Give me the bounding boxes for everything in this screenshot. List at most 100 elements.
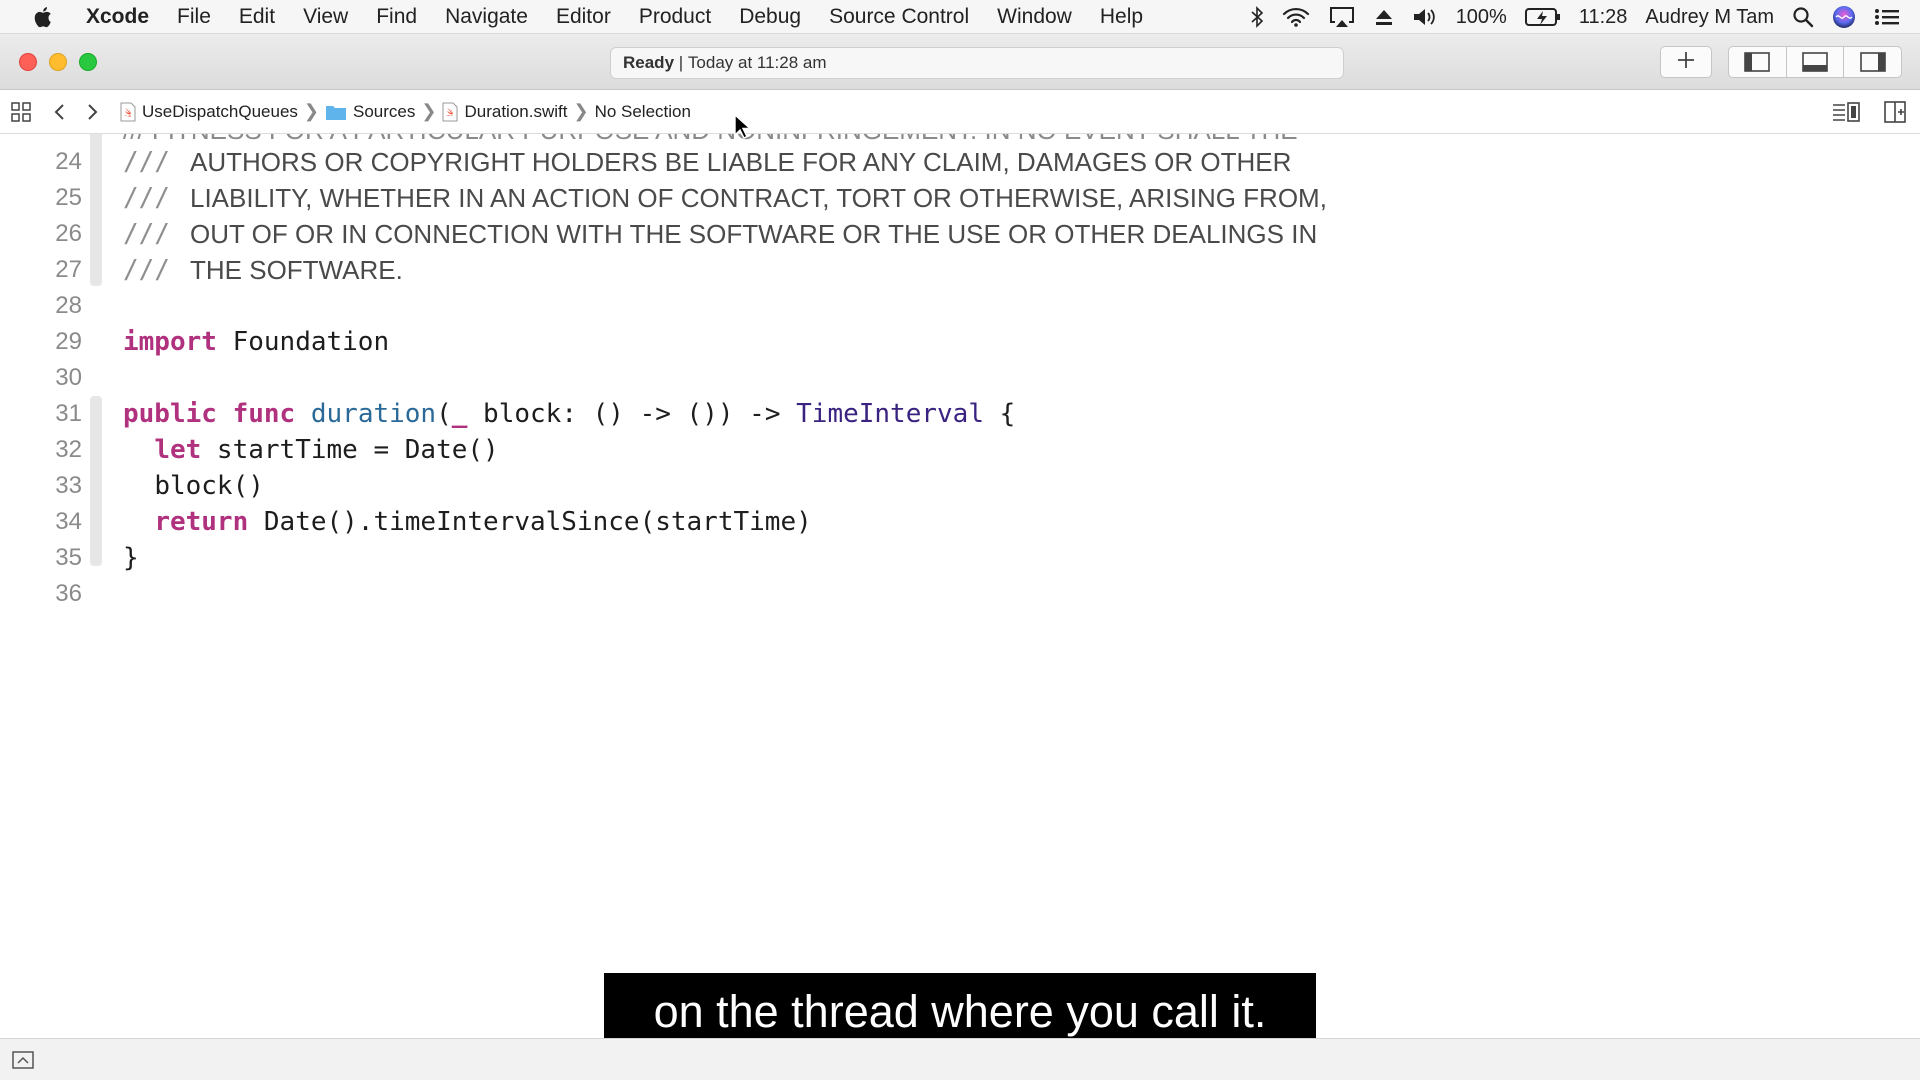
- minimize-window-button[interactable]: [49, 53, 67, 71]
- comment-text: LIABILITY, WHETHER IN AN ACTION OF CONTR…: [190, 182, 1327, 213]
- code-line: 24 /// AUTHORS OR COPYRIGHT HOLDERS BE L…: [0, 144, 1291, 180]
- code-text: block(): [123, 471, 264, 501]
- panel-toggle-group: [1728, 46, 1902, 78]
- statement: Date().timeIntervalSince(startTime): [248, 507, 812, 537]
- code-line: 34 return Date().timeIntervalSince(start…: [0, 504, 811, 540]
- keyword-let: let: [154, 435, 202, 465]
- notification-center-icon[interactable]: [1874, 7, 1900, 27]
- apple-menu-icon[interactable]: [24, 4, 64, 30]
- left-panel-icon: [1744, 52, 1771, 72]
- line-number: 25: [55, 184, 82, 211]
- punctuation: (: [436, 399, 452, 429]
- editor-options: [1832, 90, 1906, 134]
- code-line: 29 import Foundation: [0, 324, 389, 360]
- swift-file-icon: [442, 102, 458, 121]
- show-debug-area-icon[interactable]: [12, 1051, 34, 1074]
- code-text: }: [123, 543, 139, 573]
- module-name: Foundation: [216, 327, 390, 357]
- line-number: 36: [55, 580, 82, 607]
- menu-debug[interactable]: Debug: [725, 5, 815, 29]
- menu-window[interactable]: Window: [983, 5, 1086, 29]
- jump-bar: UseDispatchQueues ❯ Sources ❯ Duration.s…: [0, 90, 1920, 134]
- code-text: import Foundation: [123, 327, 389, 357]
- clock[interactable]: 11:28: [1579, 6, 1628, 29]
- forward-chevron-icon[interactable]: [76, 103, 110, 121]
- related-items-grid-icon[interactable]: [0, 101, 42, 122]
- menu-file[interactable]: File: [163, 5, 225, 29]
- toggle-navigator-button[interactable]: [1729, 47, 1787, 77]
- toggle-debug-area-button[interactable]: [1787, 47, 1845, 77]
- menu-app-name[interactable]: Xcode: [82, 5, 163, 29]
- code-line: 31 public func duration(_ block: () -> (…: [0, 396, 1015, 432]
- back-chevron-icon[interactable]: [42, 103, 76, 121]
- code-line: 25 /// LIABILITY, WHETHER IN AN ACTION O…: [0, 180, 1327, 216]
- menu-view[interactable]: View: [289, 5, 362, 29]
- comment-text: AUTHORS OR COPYRIGHT HOLDERS BE LIABLE F…: [190, 146, 1292, 177]
- battery-charging-icon[interactable]: [1524, 7, 1561, 27]
- plus-icon: [1677, 51, 1695, 74]
- keyword-return: return: [154, 507, 249, 537]
- breadcrumb-file-label: Duration.swift: [464, 101, 568, 121]
- toggle-inspector-button[interactable]: [1844, 47, 1901, 77]
- zoom-window-button[interactable]: [79, 53, 97, 71]
- siri-icon[interactable]: [1832, 5, 1856, 29]
- comment-text: OUT OF OR IN CONNECTION WITH THE SOFTWAR…: [190, 218, 1318, 249]
- menu-source-control[interactable]: Source Control: [815, 5, 983, 29]
- breadcrumb-selection[interactable]: No Selection: [595, 102, 691, 122]
- line-number: 32: [55, 436, 82, 463]
- activity-viewer: Ready | Today at 11:28 am: [610, 47, 1344, 79]
- line-number: 29: [55, 328, 82, 355]
- bluetooth-icon[interactable]: [1250, 6, 1264, 28]
- wifi-icon[interactable]: [1282, 6, 1310, 28]
- close-window-button[interactable]: [19, 53, 37, 71]
- keyword-public: public: [123, 399, 217, 429]
- breadcrumb-separator: ❯: [421, 101, 437, 121]
- menu-edit[interactable]: Edit: [225, 5, 289, 29]
- code-line: 33 block(): [0, 468, 264, 504]
- function-fold-ribbon[interactable]: [90, 396, 102, 566]
- airplay-icon[interactable]: [1328, 6, 1356, 28]
- editor-options-icon[interactable]: [1832, 102, 1860, 122]
- comment-text: THE SOFTWARE.: [190, 254, 403, 285]
- eject-icon[interactable]: [1374, 7, 1394, 27]
- menu-find[interactable]: Find: [362, 5, 431, 29]
- breadcrumb-separator: ❯: [573, 101, 589, 121]
- line-number: 31: [55, 400, 82, 427]
- code-line: 28: [0, 288, 82, 324]
- source-editor[interactable]: /// FITNESS FOR A PARTICULAR PURPOSE AND…: [0, 134, 1920, 1038]
- keyword-underscore: _: [451, 399, 468, 429]
- code-text: let startTime = Date(): [123, 435, 498, 465]
- breadcrumb-separator: ❯: [303, 101, 320, 121]
- status-separator: |: [674, 53, 688, 72]
- code-line: 30: [0, 360, 82, 396]
- add-editor-split-icon[interactable]: [1884, 101, 1906, 123]
- parameters: block: () -> ()) ->: [467, 399, 797, 429]
- breadcrumb-file[interactable]: Duration.swift: [442, 102, 567, 122]
- comment-text: /// FITNESS FOR A PARTICULAR PURPOSE AND…: [123, 134, 1298, 146]
- code-text: return Date().timeIntervalSince(startTim…: [123, 507, 812, 537]
- keyword-import: import: [123, 327, 217, 357]
- breadcrumb-folder[interactable]: Sources: [325, 102, 415, 122]
- line-number: 27: [55, 256, 82, 283]
- type-name: TimeInterval: [796, 399, 984, 429]
- comment-fold-ribbon[interactable]: [90, 134, 102, 286]
- menu-editor[interactable]: Editor: [542, 5, 625, 29]
- right-panel-icon: [1859, 52, 1886, 72]
- bottom-panel-icon: [1802, 52, 1828, 72]
- library-add-button[interactable]: [1660, 46, 1712, 78]
- breadcrumb-selection-label: No Selection: [594, 101, 691, 121]
- spotlight-search-icon[interactable]: [1792, 6, 1814, 28]
- debug-bar: [0, 1038, 1920, 1080]
- code-line: 36: [0, 576, 82, 612]
- breadcrumb-project-label: UseDispatchQueues: [142, 101, 298, 121]
- menu-product[interactable]: Product: [625, 5, 725, 29]
- build-status: Ready: [623, 53, 675, 72]
- punctuation: {: [983, 399, 1016, 429]
- breadcrumb-project[interactable]: UseDispatchQueues: [120, 102, 298, 122]
- menu-navigate[interactable]: Navigate: [431, 5, 542, 29]
- user-name[interactable]: Audrey M Tam: [1645, 6, 1774, 29]
- volume-icon[interactable]: [1412, 6, 1438, 28]
- menu-help[interactable]: Help: [1086, 5, 1157, 29]
- comment-marker: ///: [123, 255, 170, 285]
